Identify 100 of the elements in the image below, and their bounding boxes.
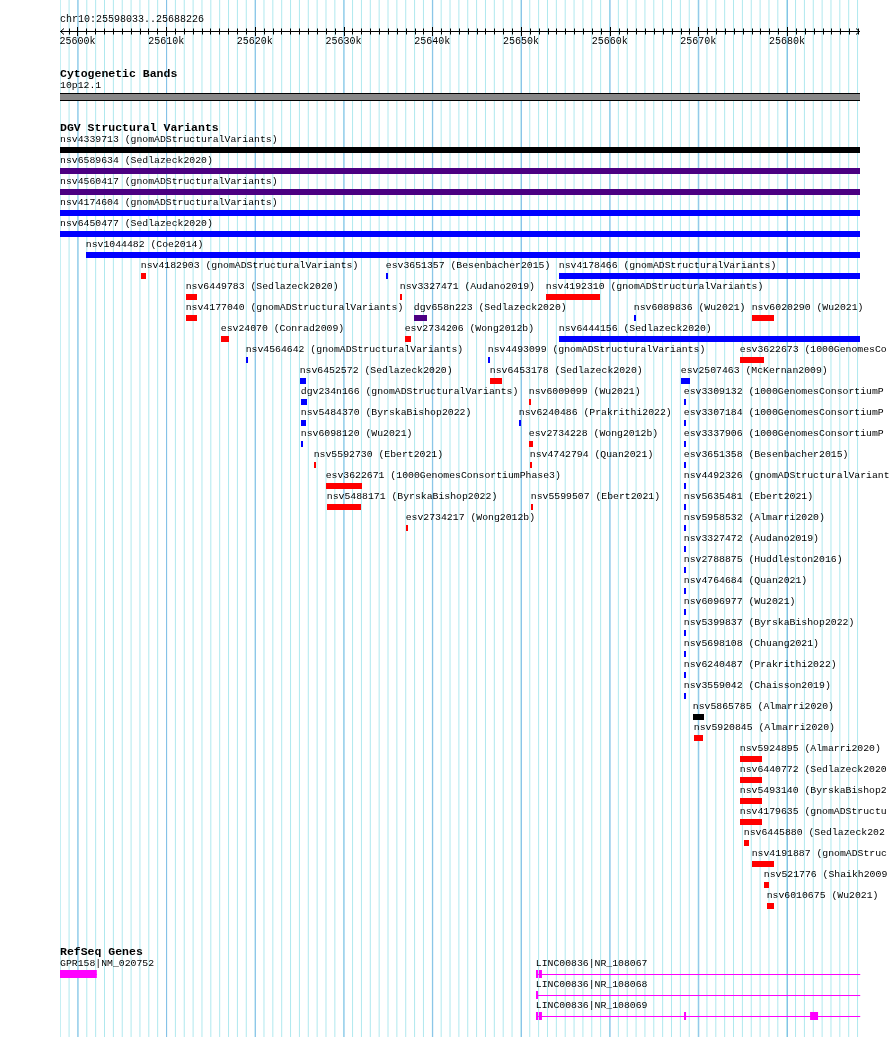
gene-label: GPR158|NM_020752 xyxy=(60,958,155,970)
variant-label: nsv4339713 (gnomADStructuralVariants) xyxy=(60,134,278,146)
gene-label: LINC00836|NR_108068 xyxy=(535,979,648,991)
variant-label: esv3307184 (1000GenomesConsortiumP xyxy=(683,407,884,419)
variant-label: nsv5599507 (Ebert2021) xyxy=(530,491,661,503)
variant-bar[interactable] xyxy=(683,630,686,636)
variant-bar[interactable] xyxy=(300,420,306,426)
variant-bar[interactable] xyxy=(683,462,686,468)
tick-label: 25680k xyxy=(769,36,806,47)
variant-label: esv3651358 (Besenbacher2015) xyxy=(683,449,849,461)
variant-label: nsv4178466 (gnomADStructuralVariants) xyxy=(558,260,777,272)
variant-label: dgv234n166 (gnomADStructuralVariants) xyxy=(300,386,519,398)
variant-bar[interactable] xyxy=(683,483,686,489)
variant-label: nsv5865785 (Almarri2020) xyxy=(692,701,834,713)
variant-label: nsv3327472 (Audano2019) xyxy=(683,533,819,545)
variant-label: nsv2788875 (Huddleston2016) xyxy=(683,554,843,566)
variant-bar[interactable] xyxy=(683,651,686,657)
tick-label: 25620k xyxy=(236,36,273,47)
variant-bar[interactable] xyxy=(683,399,686,405)
variant-label: nsv5635481 (Ebert2021) xyxy=(683,491,814,503)
variant-label: nsv5493140 (ByrskaBishop2 xyxy=(739,785,887,797)
variant-label: nsv4174604 (gnomADStructuralVariants) xyxy=(60,197,278,209)
variant-label: nsv6096977 (Wu2021) xyxy=(683,596,796,608)
tick-label: 25670k xyxy=(680,36,717,47)
variant-bar[interactable] xyxy=(683,693,686,699)
variant-label: nsv3559042 (Chaisson2019) xyxy=(683,680,831,692)
variant-label: nsv6450477 (Sedlazeck2020) xyxy=(60,218,213,230)
variant-label: nsv4492326 (gnomADStructuralVariant xyxy=(683,470,890,482)
tick-label: 25660k xyxy=(591,36,628,47)
variant-bar[interactable] xyxy=(683,525,686,531)
variant-label: nsv6452572 (Sedlazeck2020) xyxy=(299,365,453,377)
variant-bar[interactable] xyxy=(683,672,686,678)
variant-label: nsv4179635 (gnomADStructu xyxy=(739,806,887,818)
band-label: 10p12.1 xyxy=(60,80,102,92)
variant-label: nsv6098120 (Wu2021) xyxy=(300,428,413,440)
variant-label: nsv4564642 (gnomADStructuralVariants) xyxy=(245,344,464,356)
variant-bar[interactable] xyxy=(487,357,490,363)
variant-label: nsv6009099 (Wu2021) xyxy=(528,386,641,398)
variant-label: esv3622671 (1000GenomesConsortiumPhase3) xyxy=(325,470,561,482)
variant-bar[interactable] xyxy=(683,588,686,594)
variant-bar[interactable] xyxy=(245,357,248,363)
variant-label: esv24070 (Conrad2009) xyxy=(220,323,345,335)
variant-label: esv2734206 (Wong2012b) xyxy=(404,323,535,335)
variant-label: nsv6445880 (Sedlazeck202 xyxy=(743,827,885,839)
variant-bar[interactable] xyxy=(413,315,427,321)
track-title: Cytogenetic Bands xyxy=(60,68,178,80)
variant-label: nsv6240487 (Prakrithi2022) xyxy=(683,659,837,671)
variant-label: nsv4742794 (Quan2021) xyxy=(529,449,654,461)
variant-bar[interactable] xyxy=(633,315,636,321)
variant-bar[interactable] xyxy=(683,567,686,573)
variant-bar[interactable] xyxy=(683,546,686,552)
variant-label: nsv5920845 (Almarri2020) xyxy=(693,722,835,734)
variant-bar[interactable] xyxy=(692,714,704,720)
variant-bar[interactable] xyxy=(683,420,686,426)
variant-label: esv3622673 (1000GenomesCo xyxy=(739,344,887,356)
track-title: RefSeq Genes xyxy=(60,946,143,958)
variant-label: nsv4192310 (gnomADStructuralVariants) xyxy=(545,281,764,293)
variant-bar[interactable] xyxy=(385,273,388,279)
location-label: chr10:25598033..25688226 xyxy=(60,14,205,26)
variant-label: nsv4182903 (gnomADStructuralVariants) xyxy=(140,260,359,272)
gene-model-drawing[interactable] xyxy=(535,970,861,978)
variant-label: nsv4560417 (gnomADStructuralVariants) xyxy=(60,176,278,188)
variant-label: nsv521776 (Shaikh2009 xyxy=(763,869,888,881)
variant-label: nsv6020290 (Wu2021) xyxy=(751,302,864,314)
variant-label: nsv3327471 (Audano2019) xyxy=(399,281,535,293)
variant-bar[interactable] xyxy=(300,399,307,405)
tick-label: 25600k xyxy=(59,36,96,47)
track-title: DGV Structural Variants xyxy=(60,122,219,134)
gene-label: LINC00836|NR_108069 xyxy=(535,1000,648,1012)
variant-label: nsv5924895 (Almarri2020) xyxy=(739,743,881,755)
variant-label: nsv5592730 (Ebert2021) xyxy=(313,449,444,461)
variant-label: esv2507463 (McKernan2009) xyxy=(680,365,828,377)
gene-model-drawing[interactable] xyxy=(535,1012,861,1020)
tick-label: 25630k xyxy=(325,36,362,47)
variant-label: nsv5698108 (Chuang2021) xyxy=(683,638,819,650)
variant-bar[interactable] xyxy=(299,378,306,384)
variant-label: esv3651357 (Besenbacher2015) xyxy=(385,260,551,272)
variant-label: nsv1044482 (Coe2014) xyxy=(85,239,204,251)
variant-bar[interactable] xyxy=(683,504,686,510)
variant-label: nsv5958532 (Almarri2020) xyxy=(683,512,825,524)
variant-bar[interactable] xyxy=(300,441,303,447)
variant-label: nsv6240486 (Prakrithi2022) xyxy=(518,407,672,419)
variant-bar[interactable] xyxy=(683,441,686,447)
variant-label: esv2734228 (Wong2012b) xyxy=(528,428,659,440)
variant-bar[interactable] xyxy=(683,609,686,615)
gene-model-drawing[interactable] xyxy=(535,991,861,999)
gene-model-drawing[interactable] xyxy=(59,970,98,978)
variant-label: dgv658n223 (Sedlazeck2020) xyxy=(413,302,567,314)
variant-bar[interactable] xyxy=(518,420,521,426)
variant-label: esv3337906 (1000GenomesConsortiumP xyxy=(683,428,884,440)
variant-label: esv3309132 (1000GenomesConsortiumP xyxy=(683,386,884,398)
variant-label: nsv5484370 (ByrskaBishop2022) xyxy=(300,407,472,419)
variant-label: nsv5399837 (ByrskaBishop2022) xyxy=(683,617,855,629)
variant-label: nsv5488171 (ByrskaBishop2022) xyxy=(326,491,498,503)
variant-label: nsv6440772 (Sedlazeck2020 xyxy=(739,764,887,776)
variant-label: nsv6010675 (Wu2021) xyxy=(766,890,879,902)
variant-label: nsv6444156 (Sedlazeck2020) xyxy=(558,323,712,335)
variant-bar[interactable] xyxy=(680,378,690,384)
gene-label: LINC00836|NR_108067 xyxy=(535,958,648,970)
variant-label: esv2734217 (Wong2012b) xyxy=(405,512,536,524)
